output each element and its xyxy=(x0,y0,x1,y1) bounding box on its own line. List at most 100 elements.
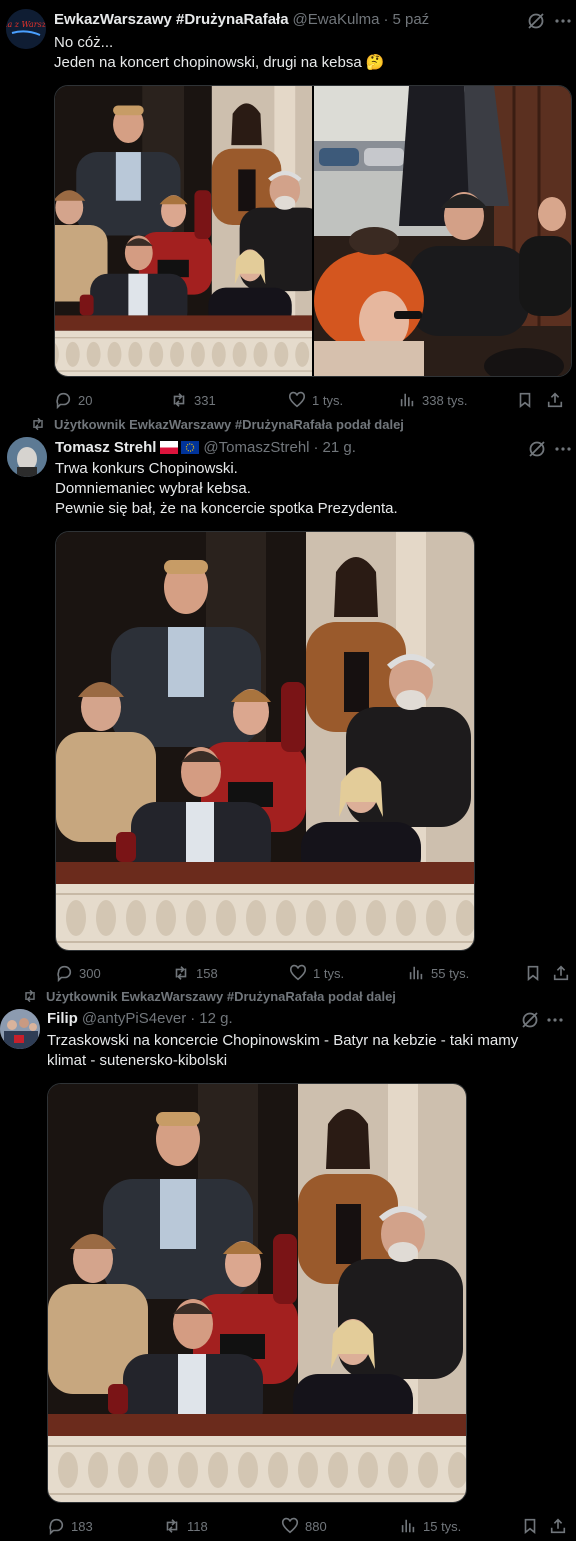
bookmark-button[interactable] xyxy=(521,1517,549,1535)
share-icon xyxy=(553,965,569,981)
reply-icon xyxy=(56,392,71,409)
reply-count: 20 xyxy=(78,392,93,408)
like-count: 1 tys. xyxy=(313,965,345,981)
tweet-text: No cóż... Jeden na koncert chopinowski, … xyxy=(54,33,385,73)
repost-button[interactable]: 158 xyxy=(172,964,289,982)
tweet-header: Filip @antyPiS4ever · 12 g. xyxy=(47,1010,233,1027)
share-icon xyxy=(550,1518,566,1534)
views-button[interactable]: 55 tys. xyxy=(407,964,524,982)
flag-icons xyxy=(160,441,200,454)
bookmark-button[interactable] xyxy=(524,964,552,982)
tweet-header: EwkazWarszawy #DrużynaRafała @EwaKulma ·… xyxy=(54,11,429,28)
timestamp[interactable]: 12 g. xyxy=(199,1010,232,1027)
share-button[interactable] xyxy=(549,1517,569,1535)
repost-count: 331 xyxy=(194,392,216,408)
avatar-logo: Ewka z Warszawy xyxy=(6,9,46,49)
reply-icon xyxy=(49,1518,64,1535)
reply-count: 183 xyxy=(71,1518,93,1534)
grok-icon[interactable] xyxy=(527,439,547,459)
more-icon[interactable] xyxy=(545,1010,565,1030)
reply-button[interactable]: 183 xyxy=(47,1517,163,1535)
like-count: 880 xyxy=(305,1518,327,1534)
like-button[interactable]: 1 tys. xyxy=(289,964,407,982)
repost-count: 158 xyxy=(196,965,218,981)
more-icon[interactable] xyxy=(553,11,573,31)
avatar-image xyxy=(7,437,47,477)
reply-button[interactable]: 300 xyxy=(55,964,172,982)
tweet-media-photo[interactable] xyxy=(55,531,475,951)
tweet-text-line: klimat - sutenersko-kibolski xyxy=(47,1052,228,1069)
repost-icon xyxy=(173,393,185,407)
repost-icon xyxy=(175,966,187,980)
repost-indicator[interactable]: Użytkownik EwkazWarszawy #DrużynaRafała … xyxy=(22,988,396,1004)
like-count: 1 tys. xyxy=(312,392,344,408)
like-icon xyxy=(288,391,306,408)
repost-button[interactable]: 118 xyxy=(163,1517,281,1535)
reply-count: 300 xyxy=(79,965,101,981)
action-bar: 300 158 1 tys. 55 tys. xyxy=(55,963,572,983)
tweet-text-line: No cóż... xyxy=(54,34,114,51)
avatar[interactable] xyxy=(0,1009,40,1049)
poland-flag-icon xyxy=(160,441,179,454)
repost-count: 118 xyxy=(187,1518,208,1534)
bookmark-button[interactable] xyxy=(516,391,546,409)
media-photo-kebab[interactable] xyxy=(314,86,571,376)
like-icon xyxy=(281,1517,299,1534)
avatar[interactable] xyxy=(7,437,47,477)
author-name[interactable]: Filip xyxy=(47,1010,78,1027)
author-name[interactable]: EwkazWarszawy #DrużynaRafała xyxy=(54,11,289,28)
repost-icon xyxy=(166,1519,178,1533)
tweet-text: Trzaskowski na koncercie Chopinowskim - … xyxy=(47,1031,518,1071)
views-icon xyxy=(401,1519,415,1533)
grok-icon[interactable] xyxy=(526,11,546,31)
avatar[interactable]: Ewka z Warszawy xyxy=(6,9,46,49)
share-icon xyxy=(547,392,563,408)
author-name[interactable]: Tomasz Strehl xyxy=(55,439,156,456)
bookmark-icon xyxy=(527,965,539,981)
repost-icon xyxy=(33,417,43,431)
author-handle[interactable]: @antyPiS4ever xyxy=(82,1010,186,1027)
tweet-media-photo[interactable] xyxy=(47,1083,467,1503)
tweet-text-line: Domniemaniec wybrał kebsa. xyxy=(55,480,251,497)
separator: · xyxy=(190,1010,196,1027)
repost-icon xyxy=(25,989,35,1003)
reply-icon xyxy=(57,965,72,982)
like-button[interactable]: 880 xyxy=(281,1517,399,1535)
tweet-text-line: Trwa konkurs Chopinowski. xyxy=(55,460,238,477)
tweet-header: Tomasz Strehl @TomaszStrehl · 21 g. xyxy=(55,439,356,456)
media-photo-concert[interactable] xyxy=(55,86,312,377)
views-count: 338 tys. xyxy=(422,392,468,408)
tweet-text-line: Pewnie się bał, że na koncercie spotka P… xyxy=(55,500,398,517)
repost-button[interactable]: 331 xyxy=(170,391,288,409)
grok-icon[interactable] xyxy=(520,1010,540,1030)
bookmark-icon xyxy=(524,1518,536,1534)
reply-button[interactable]: 20 xyxy=(54,391,170,409)
avatar-image xyxy=(0,1009,40,1049)
more-icon[interactable] xyxy=(553,439,573,459)
bookmark-icon xyxy=(519,392,531,408)
timestamp[interactable]: 21 g. xyxy=(323,439,356,456)
author-handle[interactable]: @EwaKulma xyxy=(293,11,380,28)
views-icon xyxy=(400,393,414,407)
views-count: 15 tys. xyxy=(423,1518,462,1534)
repost-label: Użytkownik EwkazWarszawy #DrużynaRafała … xyxy=(54,416,404,432)
tweet-text: Trwa konkurs Chopinowski. Domniemaniec w… xyxy=(55,459,398,519)
repost-indicator[interactable]: Użytkownik EwkazWarszawy #DrużynaRafała … xyxy=(30,416,404,432)
author-handle[interactable]: @TomaszStrehl xyxy=(203,439,309,456)
like-icon xyxy=(289,964,307,981)
repost-label: Użytkownik EwkazWarszawy #DrużynaRafała … xyxy=(46,988,396,1004)
eu-flag-icon xyxy=(181,441,200,454)
separator: · xyxy=(313,439,319,456)
timestamp[interactable]: 5 paź xyxy=(392,11,429,28)
action-bar: 183 118 880 15 tys. xyxy=(47,1516,572,1536)
views-button[interactable]: 15 tys. xyxy=(399,1517,521,1535)
share-button[interactable] xyxy=(546,391,566,409)
tweet-media-grid[interactable] xyxy=(54,85,572,377)
tweet-text-line: Jeden na koncert chopinowski, drugi na k… xyxy=(54,54,385,71)
views-button[interactable]: 338 tys. xyxy=(398,391,516,409)
separator: · xyxy=(383,11,389,28)
share-button[interactable] xyxy=(552,964,572,982)
views-count: 55 tys. xyxy=(431,965,470,981)
tweet-text-line: Trzaskowski na koncercie Chopinowskim - … xyxy=(47,1032,519,1049)
like-button[interactable]: 1 tys. xyxy=(288,391,398,409)
